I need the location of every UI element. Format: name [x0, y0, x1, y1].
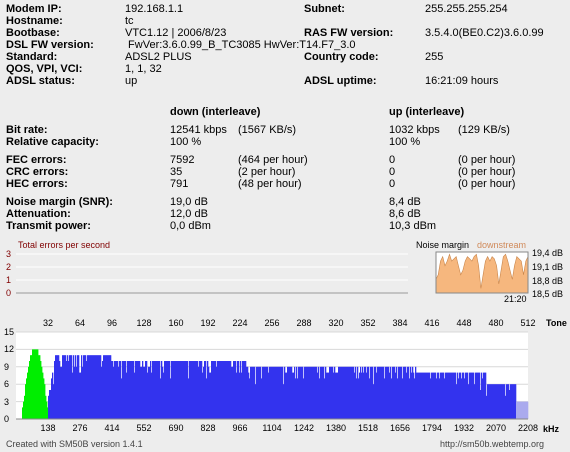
bin-bar-downstream	[527, 401, 529, 419]
status-bar: Created with SM50B version 1.4.1 http://…	[0, 436, 570, 452]
charts-canvas	[16, 251, 529, 420]
noise-chart	[435, 251, 529, 294]
errors-chart	[16, 253, 408, 294]
website-link[interactable]: http://sm50b.webtemp.org	[440, 439, 544, 449]
created-with-text: Created with SM50B version 1.4.1	[6, 439, 143, 449]
bins-chart	[16, 331, 529, 420]
